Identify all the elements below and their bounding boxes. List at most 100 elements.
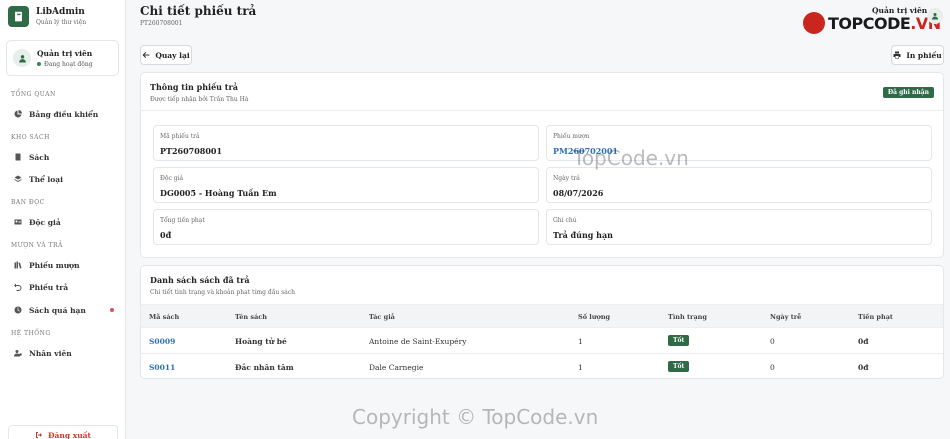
field-label: Ghi chú <box>553 217 577 224</box>
days-late: 0 <box>770 337 775 346</box>
brand[interactable]: LibAdmin Quản lý thư viện <box>0 0 125 32</box>
divider <box>141 110 943 111</box>
field-label: Mã phiếu trả <box>160 133 200 140</box>
sidebar-item-label: Bảng điều khiển <box>29 109 99 119</box>
col-book-code: Mã sách <box>149 313 180 321</box>
section-overview: TỔNG QUAN <box>11 91 56 98</box>
book-code-link[interactable]: S0011 <box>149 363 175 372</box>
layers-icon <box>14 175 22 182</box>
logo-left-text: TOPCODE <box>828 13 911 33</box>
sidebar-item-overdue[interactable]: Sách quá hạn <box>0 302 125 318</box>
sidebar-item-label: Phiếu mượn <box>29 260 80 270</box>
sidebar-item-staff[interactable]: Nhân viên <box>0 345 125 361</box>
page-title: Chi tiết phiếu trả <box>140 4 257 18</box>
sidebar-item-readers[interactable]: Độc giả <box>0 214 125 230</box>
field-total-fine: Tổng tiền phạt 0đ <box>153 209 539 245</box>
sidebar-item-categories[interactable]: Thể loại <box>0 171 125 187</box>
logout-label: Đăng xuất <box>48 430 91 439</box>
book-logo-icon <box>8 5 29 27</box>
pie-chart-icon <box>14 110 22 118</box>
field-label: Tổng tiền phạt <box>160 217 205 224</box>
topcode-logo: TOPCODE.VN <box>803 12 941 34</box>
sidebar-item-label: Nhân viên <box>29 348 72 358</box>
sidebar-item-returns[interactable]: Phiếu trả <box>0 279 125 295</box>
condition-badge: Tốt <box>668 335 690 346</box>
col-condition: Tình trạng <box>668 313 707 321</box>
col-quantity: Số lượng <box>578 313 611 321</box>
col-book-name: Tên sách <box>235 313 267 321</box>
user-status-text: Đang hoạt động <box>44 60 93 68</box>
field-value: 08/07/2026 <box>553 188 604 198</box>
table-header: Mã sách Tên sách Tác giả Số lượng Tình t… <box>141 304 943 328</box>
books-icon <box>14 261 22 269</box>
logout-icon <box>36 432 42 438</box>
field-reader: Độc giả DG0005 - Hoàng Tuấn Em <box>153 167 539 203</box>
id-card-icon <box>14 219 22 225</box>
status-badge: Đã ghi nhận <box>882 87 934 98</box>
info-card-subtitle: Được tiếp nhận bởi Trần Thu Hà <box>150 96 249 103</box>
user-status: Đang hoạt động <box>37 61 93 68</box>
col-fine: Tiền phạt <box>858 313 893 321</box>
back-label: Quay lại <box>155 50 190 60</box>
sidebar-item-label: Phiếu trả <box>29 282 69 292</box>
watermark-bottom: Copyright © TopCode.vn <box>352 405 599 429</box>
return-info-card: Thông tin phiếu trả Được tiếp nhận bởi T… <box>140 72 944 258</box>
sidebar-item-loans[interactable]: Phiếu mượn <box>0 257 125 273</box>
col-days-late: Ngày trễ <box>770 313 802 321</box>
watermark-center: TopCode.vn <box>573 146 689 170</box>
field-value: DG0005 - Hoàng Tuấn Em <box>160 188 277 198</box>
section-loans: MƯỢN VÀ TRẢ <box>11 242 63 249</box>
alert-dot-icon <box>110 308 114 312</box>
list-card-title: Danh sách sách đã trả <box>150 275 250 285</box>
topcode-logo-icon <box>803 12 825 34</box>
book-name: Hoàng tử bé <box>235 337 287 346</box>
print-button[interactable]: In phiếu <box>891 45 944 65</box>
brand-name: LibAdmin <box>36 6 85 17</box>
field-label: Độc giả <box>160 175 184 182</box>
sidebar-item-label: Thể loại <box>29 174 63 184</box>
condition-badge: Tốt <box>668 361 690 372</box>
field-note: Ghi chú Trả đúng hạn <box>546 209 932 245</box>
sidebar-item-dashboard[interactable]: Bảng điều khiển <box>0 106 125 122</box>
brand-subtitle: Quản lý thư viện <box>36 18 87 26</box>
user-card[interactable]: Quản trị viên Đang hoạt động <box>6 40 119 76</box>
back-button[interactable]: Quay lại <box>140 45 192 65</box>
printer-icon <box>893 51 901 59</box>
section-readers: BẠN ĐỌC <box>11 199 45 206</box>
field-label: Ngày trả <box>553 175 580 182</box>
online-dot-icon <box>37 62 41 66</box>
days-late: 0 <box>770 363 775 372</box>
sidebar-item-label: Độc giả <box>29 217 61 227</box>
undo-icon <box>14 283 22 291</box>
info-card-title: Thông tin phiếu trả <box>150 82 238 92</box>
print-label: In phiếu <box>906 50 942 60</box>
user-name: Quản trị viên <box>37 48 93 58</box>
field-return-date: Ngày trả 08/07/2026 <box>546 167 932 203</box>
admin-avatar-icon[interactable] <box>927 8 943 24</box>
book-author: Antoine de Saint-Exupéry <box>369 337 467 346</box>
table-row: S0011 Đắc nhân tâm Dale Carnegie 1 Tốt 0… <box>141 354 943 380</box>
users-gear-icon <box>14 350 22 357</box>
book-quantity: 1 <box>578 337 583 346</box>
book-name: Đắc nhân tâm <box>235 363 294 372</box>
page-code: PT260708001 <box>140 20 183 27</box>
field-label: Phiếu mượn <box>553 133 590 140</box>
fine-amount: 0đ <box>858 337 869 346</box>
book-quantity: 1 <box>578 363 583 372</box>
section-system: HỆ THỐNG <box>11 330 51 337</box>
field-value: Trả đúng hạn <box>553 230 613 240</box>
col-author: Tác giả <box>369 313 395 321</box>
clock-icon <box>14 306 22 314</box>
section-books: KHO SÁCH <box>11 134 50 141</box>
book-author: Dale Carnegie <box>369 363 424 372</box>
book-code-link[interactable]: S0009 <box>149 337 175 346</box>
table-row: S0009 Hoàng tử bé Antoine de Saint-Exupé… <box>141 328 943 354</box>
logout-button[interactable]: Đăng xuất <box>8 425 118 439</box>
arrow-left-icon <box>142 52 150 58</box>
field-value: PT260708001 <box>160 146 223 156</box>
admin-label: Quản trị viên <box>872 6 928 15</box>
field-return-code: Mã phiếu trả PT260708001 <box>153 125 539 161</box>
sidebar-item-books[interactable]: Sách <box>0 149 125 165</box>
returned-books-card: Danh sách sách đã trả Chi tiết tình trạn… <box>140 265 944 379</box>
fine-amount: 0đ <box>858 363 869 372</box>
